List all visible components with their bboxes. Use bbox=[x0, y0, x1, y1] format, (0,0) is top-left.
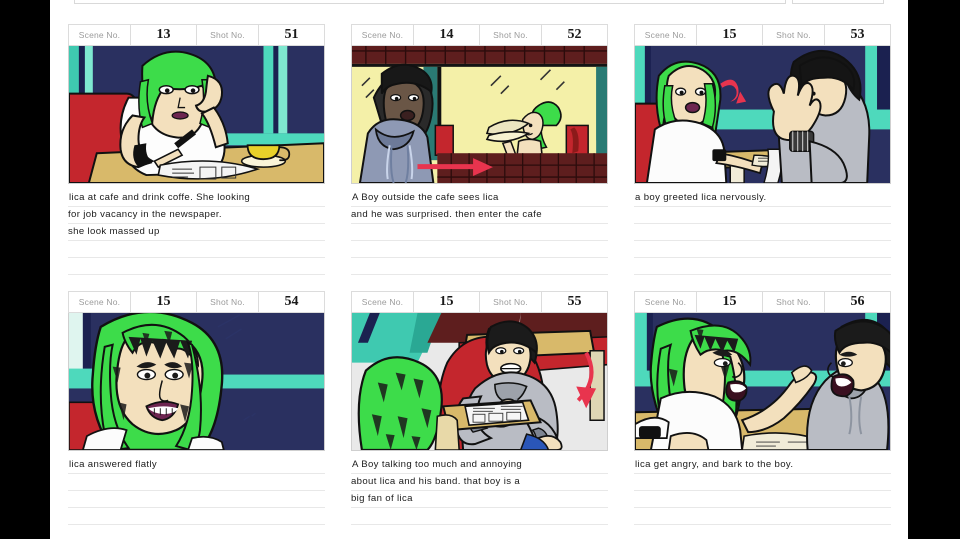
scene-number[interactable]: 15 bbox=[697, 292, 763, 312]
caption-line bbox=[634, 491, 891, 508]
frame-header: Scene No. 15 Shot No. 56 bbox=[634, 291, 891, 313]
frame-header: Scene No. 14 Shot No. 52 bbox=[351, 24, 608, 46]
frame-caption[interactable]: lica at cafe and drink coffe. She lookin… bbox=[68, 190, 325, 275]
frame-header: Scene No. 15 Shot No. 53 bbox=[634, 24, 891, 46]
scene-label: Scene No. bbox=[352, 292, 414, 312]
caption-line bbox=[634, 474, 891, 491]
frame-row: Scene No. 15 Shot No. 54 lica answered f… bbox=[68, 291, 892, 539]
caption-line: for job vacancy in the newspaper. bbox=[68, 207, 325, 224]
frame-artwork[interactable] bbox=[634, 313, 891, 451]
caption-line: big fan of lica bbox=[351, 491, 608, 508]
shot-label: Shot No. bbox=[763, 292, 825, 312]
frame-caption[interactable]: lica answered flatly bbox=[68, 457, 325, 539]
title-value: Damned Rocker bbox=[107, 0, 243, 1]
caption-line bbox=[68, 525, 325, 539]
caption-line: about lica and his band. that boy is a bbox=[351, 474, 608, 491]
frame-row: Scene No. 13 Shot No. 51 lica at cafe an… bbox=[68, 24, 892, 275]
scene-number[interactable]: 15 bbox=[414, 292, 480, 312]
caption-line bbox=[634, 508, 891, 525]
caption-line bbox=[351, 258, 608, 275]
storyboard-frame: Scene No. 15 Shot No. 56 lica get angry,… bbox=[634, 291, 891, 539]
caption-line: lica answered flatly bbox=[68, 457, 325, 474]
scene-label: Scene No. bbox=[352, 25, 414, 45]
caption-line bbox=[351, 224, 608, 241]
caption-line bbox=[68, 491, 325, 508]
frame-caption[interactable]: a boy greeted lica nervously. bbox=[634, 190, 891, 275]
storyboard-frame: Scene No. 15 Shot No. 53 a boy greeted l… bbox=[634, 24, 891, 275]
shot-number[interactable]: 56 bbox=[825, 292, 891, 312]
frame-artwork[interactable] bbox=[634, 46, 891, 184]
storyboard-frame: Scene No. 13 Shot No. 51 lica at cafe an… bbox=[68, 24, 325, 275]
scene-label: Scene No. bbox=[69, 292, 131, 312]
caption-line bbox=[68, 241, 325, 258]
caption-line bbox=[351, 525, 608, 539]
caption-line: and he was surprised. then enter the caf… bbox=[351, 207, 608, 224]
document-header: Title: Damned Rocker Page: 51 bbox=[74, 0, 884, 4]
shot-number[interactable]: 55 bbox=[542, 292, 608, 312]
shot-number[interactable]: 54 bbox=[259, 292, 325, 312]
frame-caption[interactable]: A Boy outside the cafe sees lica and he … bbox=[351, 190, 608, 275]
caption-line bbox=[634, 258, 891, 275]
shot-label: Shot No. bbox=[197, 292, 259, 312]
frame-caption[interactable]: lica get angry, and bark to the boy. bbox=[634, 457, 891, 539]
scene-label: Scene No. bbox=[635, 292, 697, 312]
caption-line bbox=[634, 224, 891, 241]
caption-line: she look massed up bbox=[68, 224, 325, 241]
scene-number[interactable]: 13 bbox=[131, 25, 197, 45]
scene-number[interactable]: 15 bbox=[131, 292, 197, 312]
title-field[interactable]: Title: Damned Rocker bbox=[74, 0, 786, 4]
frame-grid: Scene No. 13 Shot No. 51 lica at cafe an… bbox=[68, 24, 892, 539]
storyboard-frame: Scene No. 14 Shot No. 52 A Boy outside t… bbox=[351, 24, 608, 275]
shot-label: Shot No. bbox=[763, 25, 825, 45]
caption-line bbox=[351, 508, 608, 525]
frame-artwork[interactable] bbox=[351, 313, 608, 451]
caption-line: A Boy talking too much and annoying bbox=[351, 457, 608, 474]
shot-label: Shot No. bbox=[480, 292, 542, 312]
frame-header: Scene No. 13 Shot No. 51 bbox=[68, 24, 325, 46]
scene-label: Scene No. bbox=[69, 25, 131, 45]
shot-label: Shot No. bbox=[197, 25, 259, 45]
scene-number[interactable]: 14 bbox=[414, 25, 480, 45]
caption-line bbox=[634, 241, 891, 258]
caption-line bbox=[634, 207, 891, 224]
shot-number[interactable]: 53 bbox=[825, 25, 891, 45]
frame-caption[interactable]: A Boy talking too much and annoying abou… bbox=[351, 457, 608, 539]
caption-line: lica get angry, and bark to the boy. bbox=[634, 457, 891, 474]
scene-label: Scene No. bbox=[635, 25, 697, 45]
frame-artwork[interactable] bbox=[351, 46, 608, 184]
caption-line bbox=[351, 241, 608, 258]
frame-header: Scene No. 15 Shot No. 55 bbox=[351, 291, 608, 313]
caption-line bbox=[68, 508, 325, 525]
storyboard-page: Title: Damned Rocker Page: 51 Scene No. … bbox=[50, 0, 908, 539]
caption-line: A Boy outside the cafe sees lica bbox=[351, 190, 608, 207]
frame-header: Scene No. 15 Shot No. 54 bbox=[68, 291, 325, 313]
caption-line bbox=[68, 474, 325, 491]
storyboard-frame: Scene No. 15 Shot No. 54 lica answered f… bbox=[68, 291, 325, 539]
storyboard-frame: Scene No. 15 Shot No. 55 A Boy talking t… bbox=[351, 291, 608, 539]
screen: Title: Damned Rocker Page: 51 Scene No. … bbox=[0, 0, 960, 539]
shot-label: Shot No. bbox=[480, 25, 542, 45]
caption-line bbox=[634, 525, 891, 539]
frame-artwork[interactable] bbox=[68, 313, 325, 451]
caption-line bbox=[68, 258, 325, 275]
shot-number[interactable]: 51 bbox=[259, 25, 325, 45]
caption-line: a boy greeted lica nervously. bbox=[634, 190, 891, 207]
caption-line: lica at cafe and drink coffe. She lookin… bbox=[68, 190, 325, 207]
page-field[interactable]: Page: 51 bbox=[792, 0, 884, 4]
shot-number[interactable]: 52 bbox=[542, 25, 608, 45]
frame-artwork[interactable] bbox=[68, 46, 325, 184]
scene-number[interactable]: 15 bbox=[697, 25, 763, 45]
